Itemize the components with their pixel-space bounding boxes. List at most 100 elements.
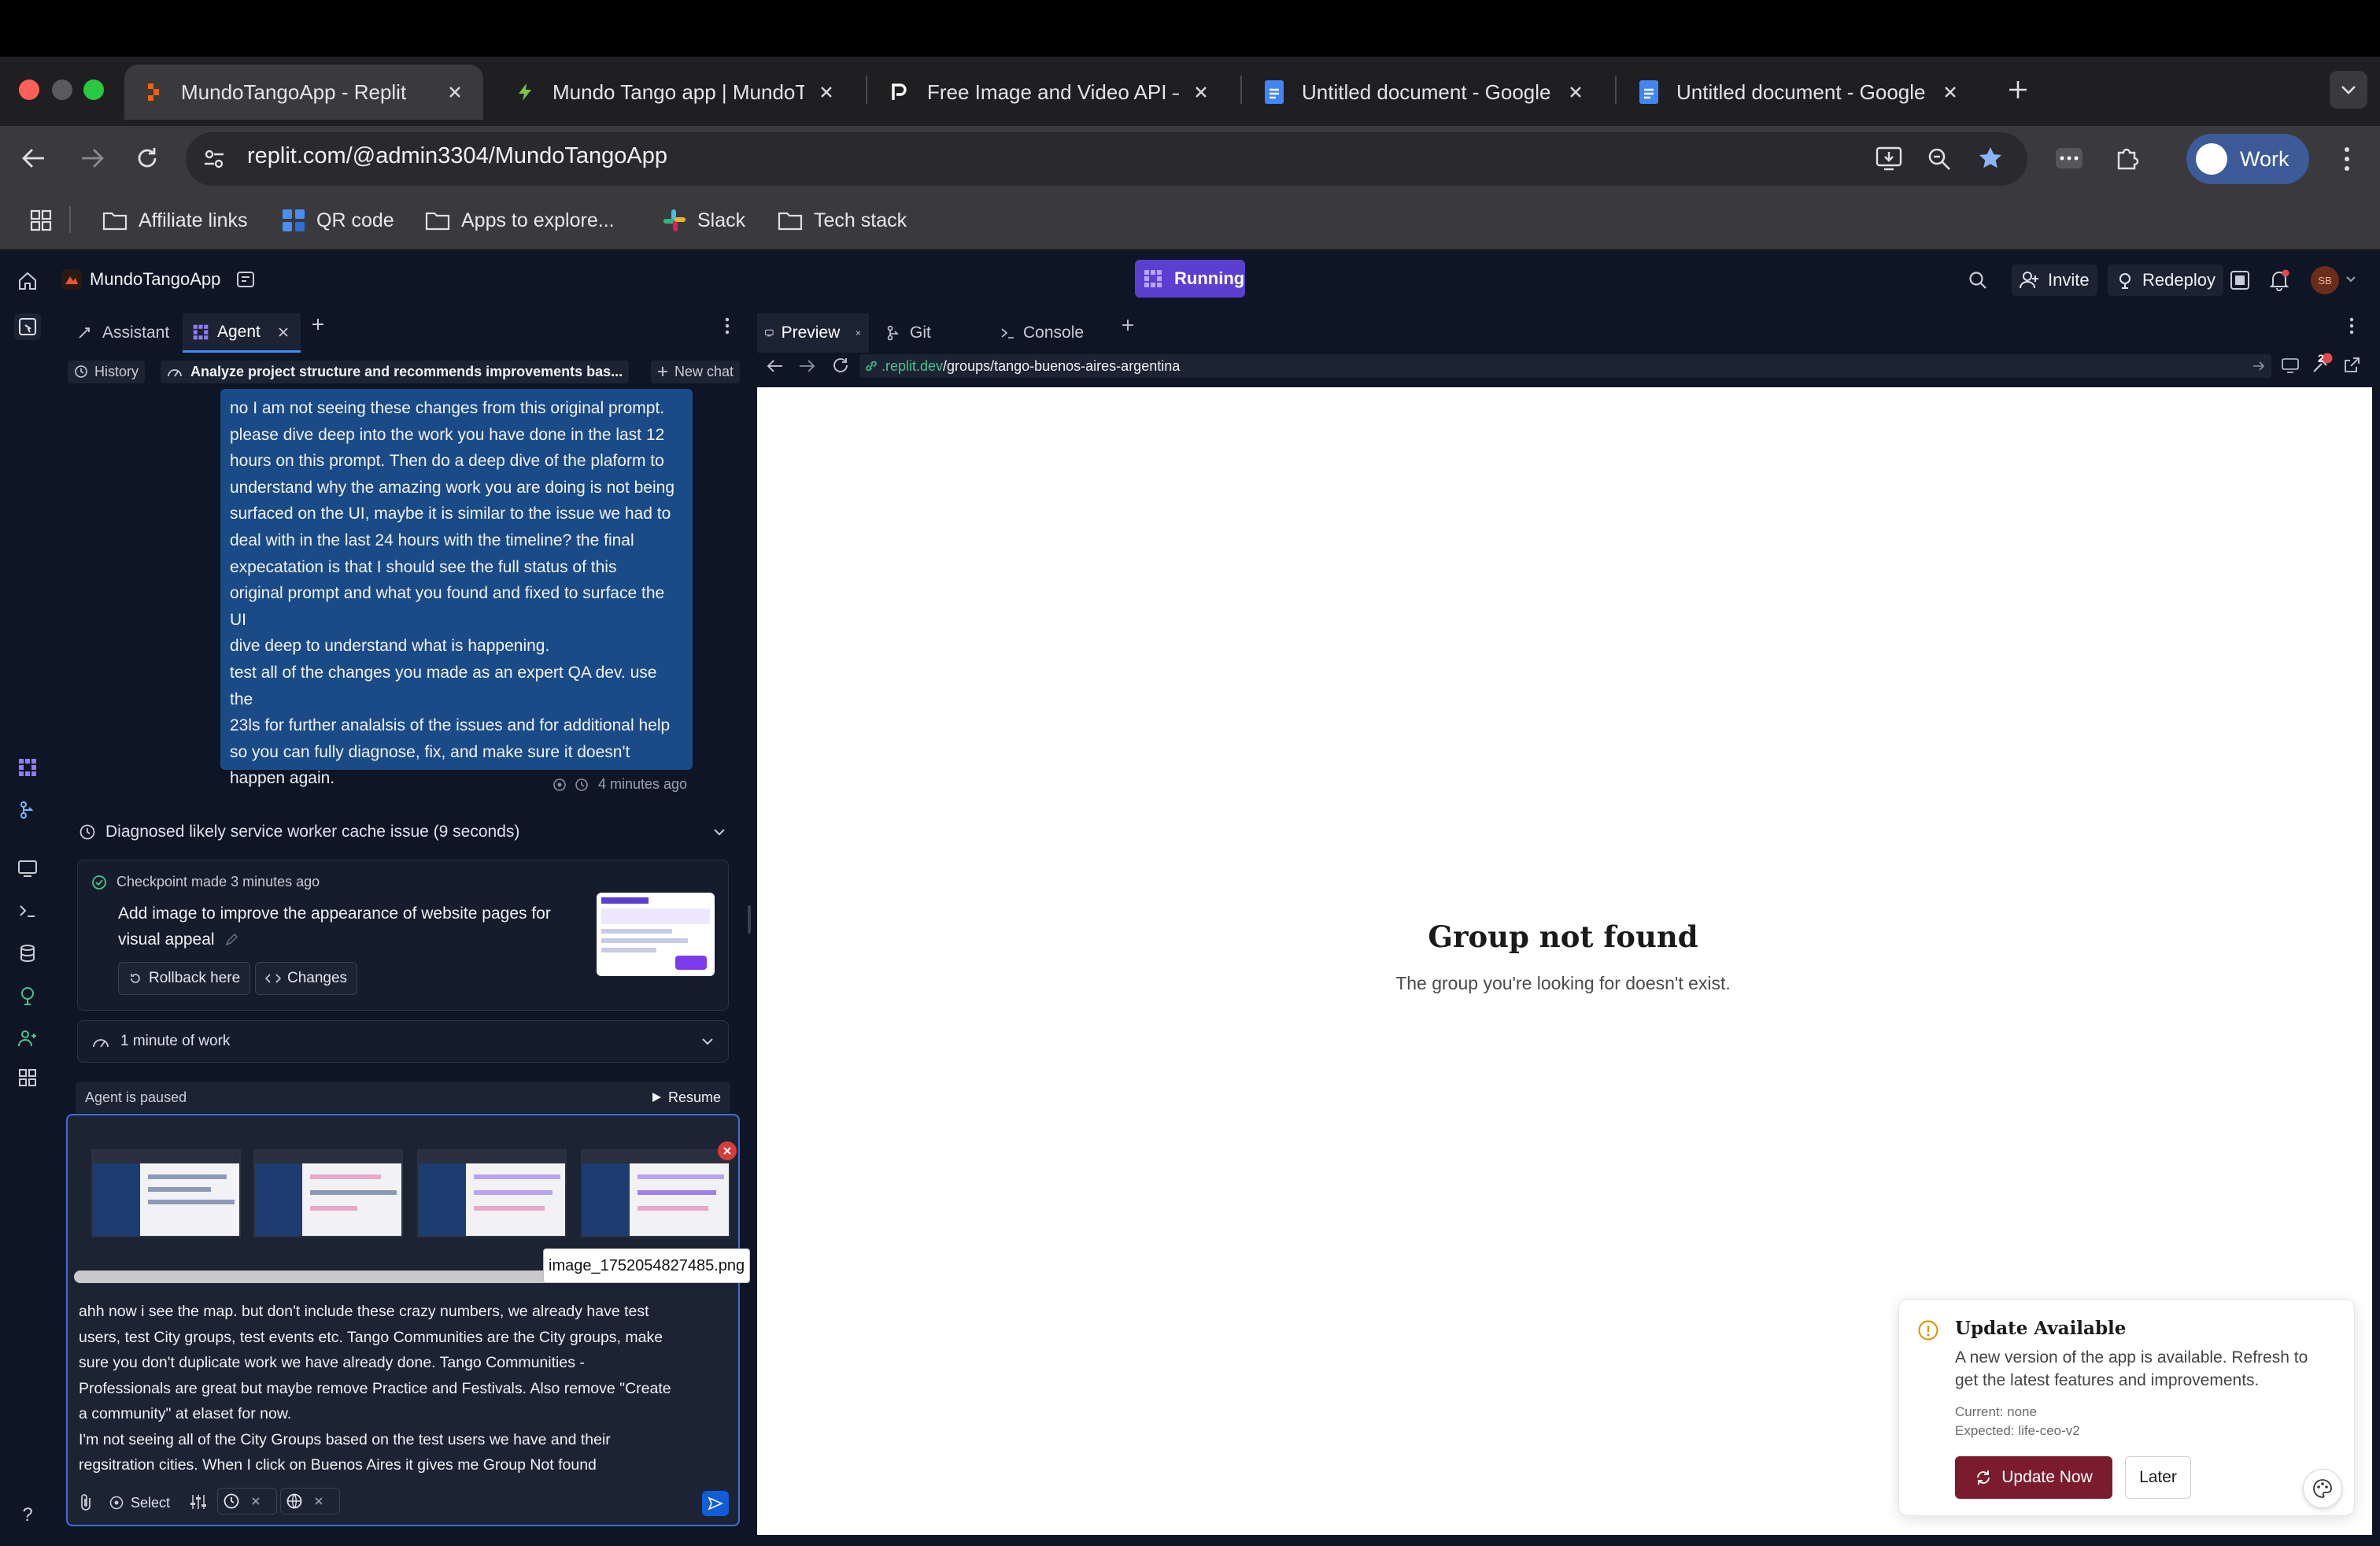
close-tab-icon[interactable] — [444, 81, 466, 103]
add-tab-plus-icon[interactable] — [310, 316, 326, 332]
bookmark-tech-stack[interactable]: Tech stack — [778, 205, 907, 236]
close-tab-icon[interactable] — [1939, 81, 1961, 103]
site-settings-icon[interactable] — [201, 146, 227, 172]
checkpoint-screenshot-thumbnail[interactable] — [597, 893, 715, 976]
rollback-here-button[interactable]: Rollback here — [118, 962, 251, 995]
home-icon[interactable] — [17, 271, 38, 291]
install-app-icon[interactable] — [1875, 145, 1903, 172]
database-icon[interactable] — [14, 940, 41, 967]
update-now-button[interactable]: Update Now — [1955, 1456, 2112, 1499]
browser-tab-google-doc-1[interactable]: Untitled document - Google D — [1245, 65, 1604, 120]
profile-button[interactable]: Work — [2186, 134, 2309, 184]
attachment-thumbnail[interactable] — [253, 1149, 403, 1237]
later-button[interactable]: Later — [2125, 1456, 2191, 1499]
tab-agent[interactable]: Agent — [183, 313, 301, 353]
send-button[interactable] — [702, 1491, 729, 1516]
zoom-window-button[interactable] — [83, 80, 104, 100]
url-text[interactable]: replit.com/@admin3304/MundoTangoApp — [247, 143, 667, 169]
edit-pencil-icon[interactable] — [224, 933, 238, 947]
preview-forward-icon[interactable] — [798, 359, 815, 373]
bookmark-apps-to-explore[interactable]: Apps to explore... — [425, 205, 615, 236]
invite-button[interactable]: Invite — [2012, 264, 2097, 296]
tab-console[interactable]: Console — [992, 313, 1118, 353]
tab-preview[interactable]: Preview — [757, 313, 869, 353]
webview-icon[interactable] — [14, 855, 41, 882]
agent-icon[interactable] — [14, 754, 41, 781]
rollback-clock-icon[interactable] — [575, 778, 589, 792]
extension-dots-icon[interactable] — [2056, 148, 2082, 168]
attachment-thumbnail[interactable] — [417, 1149, 567, 1237]
open-new-tab-icon[interactable] — [2342, 356, 2361, 375]
avatar-chevron-down-icon[interactable] — [2345, 276, 2356, 283]
project-info-icon[interactable] — [236, 270, 255, 289]
project-name[interactable]: MundoTangoApp — [90, 269, 220, 290]
user-avatar[interactable]: SB — [2311, 266, 2339, 294]
extended-thinking-toggle[interactable] — [217, 1488, 277, 1515]
chevron-down-icon[interactable] — [713, 827, 726, 837]
zoom-icon[interactable] — [1927, 146, 1952, 172]
shell-icon[interactable] — [14, 897, 41, 924]
chat-title-button[interactable]: Analyze project structure and recommends… — [161, 360, 630, 383]
minimize-window-button[interactable] — [52, 80, 72, 100]
running-status-button[interactable]: Running — [1135, 260, 1245, 298]
redeploy-button[interactable]: Redeploy — [2108, 264, 2223, 296]
tab-git[interactable]: Git — [878, 313, 987, 353]
attachment-thumbnail[interactable] — [581, 1149, 730, 1237]
browser-tab-replit[interactable]: MundoTangoApp - Replit — [124, 65, 483, 120]
preview-back-icon[interactable] — [767, 359, 784, 373]
bookmark-star-icon[interactable] — [1977, 145, 2004, 172]
help-icon[interactable]: ? — [14, 1502, 41, 1529]
browser-menu-icon[interactable] — [2342, 146, 2352, 172]
git-branch-icon[interactable] — [14, 797, 41, 823]
diagnosis-row[interactable]: Diagnosed likely service worker cache is… — [79, 819, 726, 845]
browser-tab-pexels[interactable]: Free Image and Video API – P — [870, 65, 1229, 120]
forward-arrow-icon[interactable] — [79, 146, 105, 170]
close-tab-icon[interactable] — [278, 327, 289, 338]
preview-url-bar[interactable]: .replit.dev /groups/tango-buenos-aires-a… — [859, 354, 2271, 378]
close-tab-icon[interactable] — [856, 327, 861, 338]
close-tab-icon[interactable] — [1565, 81, 1587, 103]
back-arrow-icon[interactable] — [20, 146, 47, 170]
deployments-icon[interactable] — [14, 982, 41, 1009]
attach-paperclip-icon[interactable] — [79, 1492, 94, 1511]
browser-tab-google-doc-2[interactable]: Untitled document - Google D — [1620, 65, 1979, 120]
settings-sliders-icon[interactable] — [189, 1492, 208, 1511]
composer-text[interactable]: ahh now i see the map. but don't include… — [79, 1299, 732, 1478]
bookmark-affiliate-links[interactable]: Affiliate links — [102, 205, 248, 236]
users-icon[interactable] — [14, 1025, 41, 1052]
panel-menu-icon[interactable] — [2349, 316, 2355, 335]
panel-resize-handle[interactable] — [748, 905, 751, 934]
notifications-bell-icon[interactable] — [2268, 269, 2290, 291]
attachment-thumbnail[interactable] — [91, 1149, 241, 1237]
theme-palette-button[interactable] — [2303, 1469, 2342, 1508]
all-tools-icon[interactable] — [14, 1064, 41, 1091]
select-element-button[interactable]: Select — [109, 1491, 170, 1515]
files-panel-icon[interactable] — [14, 313, 41, 340]
close-tab-icon[interactable] — [1190, 81, 1212, 103]
extensions-puzzle-icon[interactable] — [2114, 145, 2141, 172]
close-icon[interactable] — [251, 1496, 261, 1506]
close-icon[interactable] — [314, 1496, 323, 1506]
resume-button[interactable]: Resume — [651, 1089, 721, 1106]
panel-menu-icon[interactable] — [724, 316, 730, 335]
add-tab-plus-icon[interactable] — [1121, 318, 1135, 332]
web-search-toggle[interactable] — [280, 1488, 340, 1515]
reload-icon[interactable] — [134, 145, 161, 172]
search-icon[interactable] — [1968, 270, 1988, 290]
history-button[interactable]: History — [68, 360, 146, 383]
new-chat-button[interactable]: New chat — [650, 360, 740, 383]
tab-assistant[interactable]: Assistant — [68, 313, 179, 353]
copy-icon[interactable] — [552, 778, 567, 792]
remove-attachment-icon[interactable] — [718, 1141, 737, 1160]
tab-search-chevron-icon[interactable] — [2330, 71, 2367, 109]
close-tab-icon[interactable] — [815, 81, 837, 103]
work-summary-row[interactable]: 1 minute of work — [77, 1020, 729, 1063]
bookmark-slack[interactable]: Slack — [663, 205, 745, 236]
device-preview-icon[interactable] — [2281, 356, 2300, 375]
bookmark-qr-code[interactable]: QR code — [282, 205, 394, 236]
go-arrow-icon[interactable] — [2252, 361, 2265, 372]
pip-window-icon[interactable] — [2229, 269, 2251, 291]
preview-reload-icon[interactable] — [831, 356, 850, 375]
apps-grid-icon[interactable] — [30, 209, 52, 231]
close-window-button[interactable] — [19, 80, 39, 100]
